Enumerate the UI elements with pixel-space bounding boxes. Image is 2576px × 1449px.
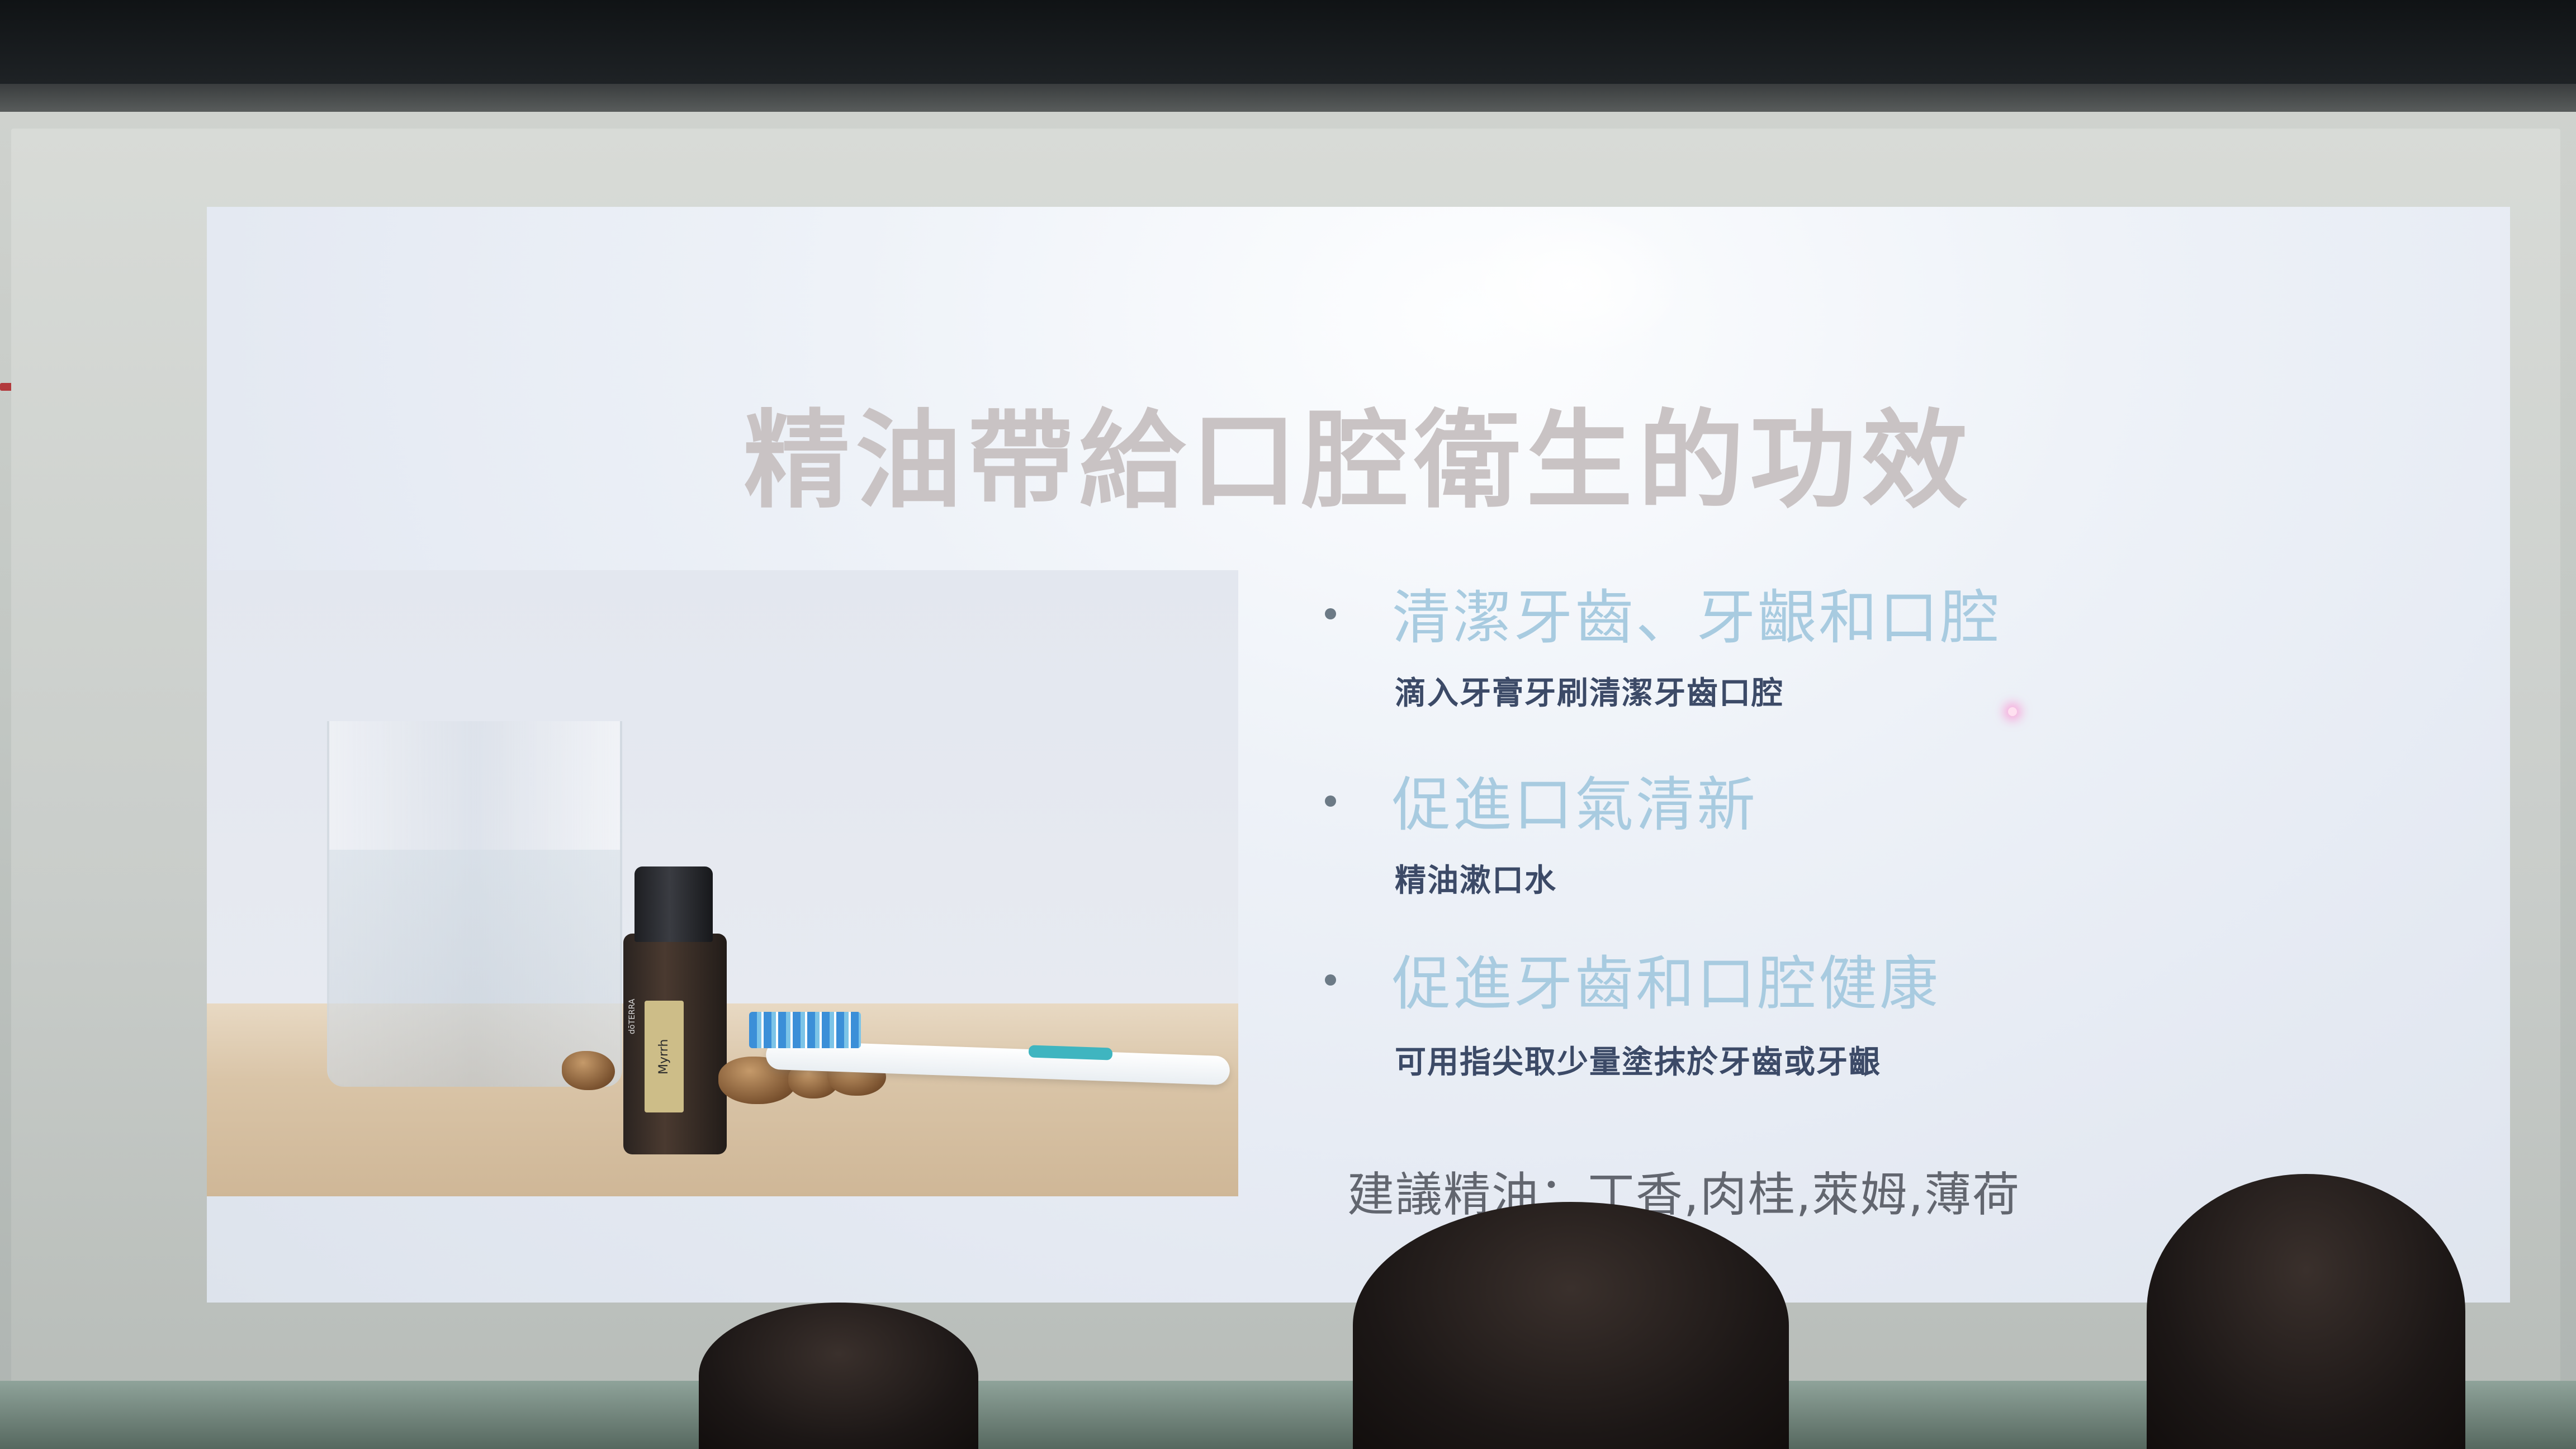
audience-head	[2147, 1174, 2465, 1449]
glass-water	[329, 850, 620, 1085]
slide-title: 精油帶給口腔衛生的功效	[743, 399, 1973, 523]
toothbrush-bristles	[749, 1012, 861, 1048]
suggested-oils: 建議精油：丁香,肉桂,萊姆,薄荷	[1347, 1167, 2021, 1222]
bullet-dot-icon	[1325, 795, 1336, 807]
bottle-cap	[634, 866, 713, 942]
projector-hotspot	[1453, 207, 1688, 363]
audience-head	[1353, 1202, 1789, 1449]
bullet-dot-icon	[1325, 608, 1336, 619]
bullet-detail: 滴入牙膏牙刷清潔牙齒口腔	[1395, 675, 1784, 712]
bullet-heading: 促進牙齒和口腔健康	[1392, 950, 1941, 1018]
water-glass	[327, 721, 622, 1087]
bullet-heading: 清潔牙齒、牙齦和口腔	[1392, 584, 2002, 652]
slide-photo: dōTERRA Myrrh	[207, 570, 1238, 1196]
bullet-detail: 精油漱口水	[1395, 863, 1557, 899]
laser-pointer-dot	[2008, 707, 2017, 716]
myrrh-resin	[562, 1051, 615, 1090]
bullet-heading: 促進口氣清新	[1392, 771, 1758, 839]
bottle-label-text: Myrrh	[657, 1039, 671, 1074]
bullet-dot-icon	[1325, 974, 1336, 986]
essential-oil-bottle: dōTERRA Myrrh	[623, 934, 727, 1154]
bullet-list: 清潔牙齒、牙齦和口腔 滴入牙膏牙刷清潔牙齒口腔 促進口氣清新 精油漱口水 促進牙…	[1325, 570, 2499, 1241]
bottle-label: Myrrh	[645, 1001, 684, 1112]
bullet-detail: 可用指尖取少量塗抹於牙齒或牙齦	[1395, 1044, 1881, 1081]
bottle-brand: dōTERRA	[628, 998, 637, 1034]
projected-slide: 精油帶給口腔衛生的功效 dōTERRA Myrrh 清潔牙齒、牙齦和口腔 滴入牙…	[207, 207, 2510, 1303]
audience-head	[699, 1303, 978, 1449]
